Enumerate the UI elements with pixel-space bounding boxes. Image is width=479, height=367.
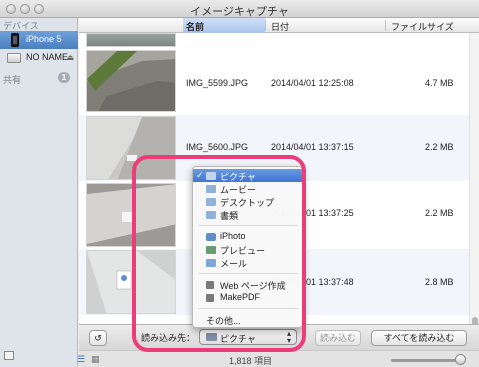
column-header: 名前 日付 ファイルサイズ: [79, 18, 479, 33]
status-bar: ☰ ▦ 1,818 項目: [77, 350, 479, 367]
file-date: 2014/04/01 12:25:08: [271, 78, 354, 88]
column-date[interactable]: 日付: [271, 20, 289, 33]
drive-icon: [7, 53, 21, 63]
thumbnail-size-slider[interactable]: [391, 359, 463, 362]
iphone-icon: [11, 33, 19, 47]
table-row[interactable]: [79, 33, 469, 48]
sidebar-item-label: iPhone 5: [26, 34, 62, 44]
import-all-button[interactable]: すべてを読み込む: [371, 330, 467, 346]
column-separator: [265, 20, 266, 31]
column-separator: [385, 20, 386, 31]
grid-view-icon[interactable]: ▦: [91, 354, 100, 365]
eject-icon[interactable]: ⏏: [66, 53, 74, 62]
photo-thumbnail: [86, 33, 176, 47]
rotate-icon: ↺: [94, 333, 102, 343]
list-view-icon[interactable]: ☰: [77, 354, 85, 365]
file-size: 4.7 MB: [425, 78, 454, 88]
sidebar: デバイス iPhone 5 NO NAME ⏏ 共有 1: [0, 18, 78, 367]
file-size: 2.2 MB: [425, 142, 454, 152]
sidebar-item-no-name[interactable]: NO NAME ⏏: [0, 49, 78, 67]
file-size: 2.2 MB: [425, 208, 454, 218]
rotate-button[interactable]: ↺: [89, 330, 107, 346]
photo-thumbnail: [86, 50, 176, 112]
column-size[interactable]: ファイルサイズ: [391, 20, 454, 33]
sidebar-item-label: NO NAME: [26, 52, 69, 62]
table-row[interactable]: IMG_5599.JPG 2014/04/01 12:25:08 4.7 MB: [79, 49, 469, 114]
file-date: 2014/04/01 13:37:15: [271, 142, 354, 152]
import-button[interactable]: 読み込む: [315, 330, 361, 346]
title-bar: イメージキャプチャ: [0, 0, 479, 18]
sidebar-item-iphone[interactable]: iPhone 5: [0, 31, 78, 49]
file-size: 2.8 MB: [425, 277, 454, 287]
slider-knob[interactable]: [455, 354, 466, 365]
file-name: IMG_5599.JPG: [186, 78, 249, 88]
window-title: イメージキャプチャ: [190, 6, 289, 18]
annotation-highlight: [132, 155, 306, 352]
shared-count-badge: 1: [58, 72, 70, 83]
item-count: 1,818 項目: [229, 356, 273, 366]
shared-header: 共有: [3, 75, 22, 85]
image-capture-window: イメージキャプチャ デバイス iPhone 5 NO NAME ⏏ 共有 1 名…: [0, 0, 479, 367]
file-name: IMG_5600.JPG: [186, 142, 249, 152]
vertical-scrollbar[interactable]: [469, 33, 479, 330]
column-name[interactable]: 名前: [186, 20, 204, 33]
show-sidebar-icon[interactable]: [4, 351, 14, 360]
